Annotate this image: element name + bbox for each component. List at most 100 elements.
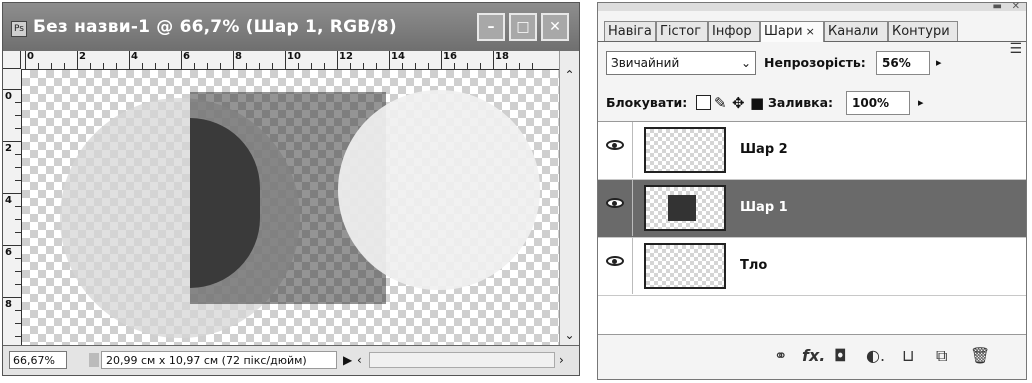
group-folder-icon[interactable]: ⊔ — [902, 347, 914, 365]
status-menu-arrow-icon[interactable]: ▶ — [343, 352, 352, 368]
ruler-minor-tick — [15, 219, 21, 220]
ruler-minor-tick — [15, 271, 21, 272]
ruler-minor-tick — [15, 206, 21, 207]
ruler-minor-tick — [220, 63, 221, 69]
horizontal-ruler[interactable]: 0 2 4 6 8 10 12 14 16 18 — [21, 51, 561, 70]
layers-panel: ▬ ✕ Навіга Гістог Інфор Шари × Канали Кон… — [597, 1, 1027, 380]
ruler-minor-tick — [467, 63, 468, 69]
ruler-minor-tick — [532, 63, 533, 69]
tab-navigator[interactable]: Навіга — [604, 21, 656, 41]
minimize-icon[interactable]: – — [477, 13, 505, 41]
maximize-icon[interactable]: □ — [509, 13, 537, 41]
layer-thumbnail — [644, 127, 726, 173]
ruler-minor-tick — [15, 128, 21, 129]
link-icon[interactable]: ⚭ — [774, 347, 787, 365]
close-icon[interactable]: ✕ — [541, 13, 569, 41]
document-title: Без назви-1 @ 66,7% (Шар 1, RGB/8) — [33, 17, 397, 37]
ruler-minor-tick — [90, 63, 91, 69]
ruler-minor-tick — [519, 63, 520, 69]
panel-collapse-icon[interactable]: ▬ — [993, 1, 1002, 12]
tab-paths[interactable]: Контури — [888, 21, 958, 41]
lock-transparent-pixels-icon[interactable] — [696, 95, 711, 110]
ruler-label: 4 — [131, 51, 138, 62]
ruler-minor-tick — [15, 232, 21, 233]
adjustment-icon[interactable]: ◐. — [866, 347, 885, 365]
ruler-minor-tick — [15, 284, 21, 285]
tab-channels[interactable]: Канали — [824, 21, 888, 41]
ruler-minor-tick — [155, 63, 156, 69]
document-size-info: 20,99 см x 10,97 см (72 пікс/дюйм) — [101, 351, 337, 369]
ruler-minor-tick — [454, 63, 455, 69]
tab-histogram[interactable]: Гістог — [656, 21, 708, 41]
ruler-minor-tick — [15, 102, 21, 103]
visibility-toggle[interactable] — [598, 180, 633, 236]
tab-info[interactable]: Інфор — [708, 21, 760, 41]
scroll-down-icon[interactable]: ⌄ — [560, 327, 579, 343]
chevron-down-icon: ⌄ — [740, 56, 751, 70]
visibility-toggle[interactable] — [598, 122, 633, 178]
ruler-minor-tick — [15, 336, 21, 337]
opacity-input[interactable]: 56% — [876, 51, 930, 75]
ruler-label: 14 — [391, 51, 405, 62]
panel-tabbar: Навіга Гістог Інфор Шари × Канали Контури… — [598, 19, 1026, 57]
scroll-left-icon[interactable]: ‹ — [357, 352, 362, 368]
layer-row-shar-2[interactable]: Шар 2 — [598, 122, 1026, 180]
ruler-minor-tick — [246, 63, 247, 69]
status-bar: 66,67% 20,99 см x 10,97 см (72 пікс/дюйм… — [3, 345, 579, 375]
blend-mode-select[interactable]: Звичайний ⌄ — [606, 51, 756, 75]
trash-icon[interactable]: 🗑 — [970, 347, 990, 365]
ruler-minor-tick — [428, 63, 429, 69]
lock-image-pixels-icon[interactable]: ✎ — [714, 95, 727, 111]
ruler-minor-tick — [51, 63, 52, 69]
ruler-minor-tick — [363, 63, 364, 69]
fill-label: Заливка: — [768, 95, 834, 110]
fx-icon[interactable]: fx. — [802, 347, 825, 365]
ruler-minor-tick — [415, 63, 416, 69]
ruler-minor-tick — [298, 63, 299, 69]
ruler-label: 6 — [5, 247, 12, 258]
document-titlebar[interactable]: Ps Без назви-1 @ 66,7% (Шар 1, RGB/8) – … — [3, 3, 579, 51]
layers-panel-footer: ⚭ fx. ◘ ◐. ⊔ ⧉ 🗑 — [598, 334, 1026, 379]
zoom-input[interactable]: 66,67% — [9, 351, 67, 369]
photoshop-app-icon: Ps — [11, 21, 27, 37]
horizontal-scrollbar[interactable] — [369, 352, 555, 368]
panel-header-strip[interactable] — [598, 3, 1026, 11]
layers-list: Шар 2 Шар 1 Тло — [598, 121, 1026, 334]
ruler-minor-tick — [324, 63, 325, 69]
ruler-minor-tick — [376, 63, 377, 69]
ruler-label: 8 — [5, 299, 12, 310]
tab-layers[interactable]: Шари × — [760, 21, 824, 42]
layer-name: Тло — [740, 258, 768, 273]
opacity-slider-arrow-icon[interactable]: ▸ — [936, 51, 942, 75]
layer-row-background[interactable]: Тло — [598, 238, 1026, 296]
lock-position-icon[interactable]: ✥ — [732, 95, 745, 111]
layer-name: Шар 2 — [740, 142, 788, 157]
ruler-major-tick — [3, 141, 21, 142]
tab-close-icon[interactable]: × — [806, 25, 815, 38]
layer-row-shar-1[interactable]: Шар 1 — [598, 180, 1026, 238]
ruler-minor-tick — [480, 63, 481, 69]
ruler-origin[interactable] — [3, 51, 21, 69]
panel-close-icon[interactable]: ✕ — [1012, 1, 1020, 12]
ruler-label: 8 — [235, 51, 242, 62]
scroll-right-icon[interactable]: › — [559, 352, 564, 368]
opacity-label: Непрозорість: — [764, 55, 866, 70]
ruler-label: 12 — [339, 51, 353, 62]
tab-layers-label: Шари — [764, 24, 803, 39]
vertical-scrollbar[interactable]: ⌃ ⌄ — [559, 51, 579, 347]
lock-all-icon[interactable]: ■ — [750, 95, 764, 111]
ruler-minor-tick — [15, 180, 21, 181]
scroll-up-icon[interactable]: ⌃ — [560, 67, 579, 83]
ruler-label: 2 — [79, 51, 86, 62]
ruler-minor-tick — [402, 63, 403, 69]
thumbnail-square — [668, 195, 696, 221]
ruler-minor-tick — [15, 167, 21, 168]
vertical-ruler[interactable]: 0 2 4 6 8 — [3, 69, 22, 347]
mask-icon[interactable]: ◘ — [834, 347, 847, 365]
new-layer-icon[interactable]: ⧉ — [936, 347, 947, 365]
image-canvas[interactable] — [22, 70, 561, 347]
fill-input[interactable]: 100% — [846, 91, 910, 115]
visibility-toggle[interactable] — [598, 238, 633, 294]
ruler-minor-tick — [15, 154, 21, 155]
fill-slider-arrow-icon[interactable]: ▸ — [918, 91, 924, 115]
